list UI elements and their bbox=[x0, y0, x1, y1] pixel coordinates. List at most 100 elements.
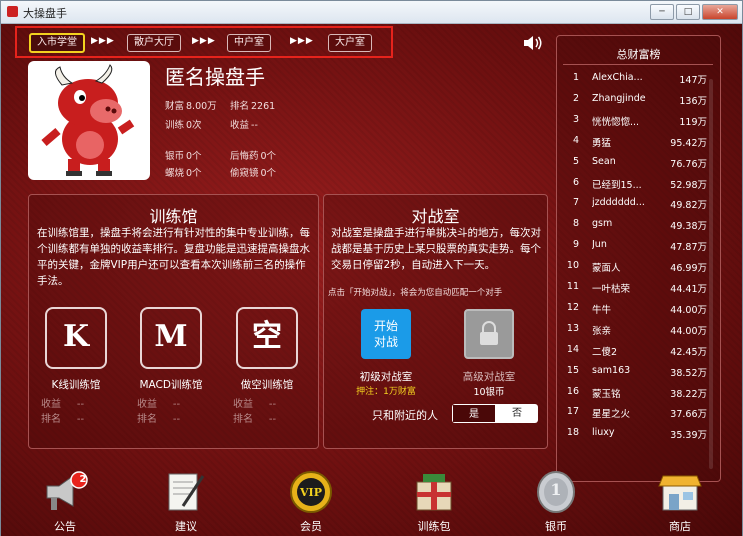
nav-mid-room-button[interactable]: 中户室 bbox=[227, 34, 271, 52]
short-training-button[interactable]: 空 bbox=[236, 307, 298, 369]
nav-retail-hall-button[interactable]: 散户大厅 bbox=[127, 34, 181, 52]
leaderboard-row[interactable]: 1 AlexChia... 147万 bbox=[557, 72, 707, 92]
shop-label[interactable]: 商店 bbox=[650, 518, 710, 534]
lock-icon bbox=[480, 321, 498, 345]
silver-value: 0个 bbox=[186, 151, 202, 162]
macd-income-value: -- bbox=[172, 399, 181, 410]
leaderboard-row[interactable]: 15 sam163 38.52万 bbox=[557, 365, 707, 385]
leaderboard-value: 136万 bbox=[679, 95, 707, 107]
leaderboard-row[interactable]: 16 蒙玉铭 38.22万 bbox=[557, 386, 707, 406]
leaderboard-value: 46.99万 bbox=[670, 263, 707, 275]
leaderboard-rank: 2 bbox=[572, 92, 579, 104]
battle-title: 对战室 bbox=[411, 207, 460, 226]
notice-label[interactable]: 公告 bbox=[35, 518, 95, 534]
leaderboard-rank: 10 bbox=[566, 260, 579, 272]
train-value: 0次 bbox=[186, 120, 202, 131]
train-label: 训练 bbox=[165, 120, 185, 131]
bull-mascot-icon bbox=[41, 64, 135, 176]
toggle-no[interactable]: 否 bbox=[496, 404, 538, 423]
kline-income-label: 收益 bbox=[41, 399, 61, 410]
macd-rank-value: -- bbox=[172, 414, 181, 425]
nav-school-button[interactable]: 入市学堂 bbox=[29, 33, 85, 53]
leaderboard-rank: 1 bbox=[572, 72, 579, 83]
close-button[interactable]: ✕ bbox=[702, 4, 738, 20]
leaderboard-value: 42.45万 bbox=[670, 346, 707, 358]
leaderboard-row[interactable]: 11 一叶枯荣 44.41万 bbox=[557, 281, 707, 301]
leaderboard-rank: 8 bbox=[572, 218, 579, 230]
notepad-pen-icon[interactable] bbox=[161, 470, 211, 514]
leaderboard-name: 张亲 bbox=[592, 325, 612, 337]
leaderboard-row[interactable]: 8 gsm 49.38万 bbox=[557, 218, 707, 238]
peek-value: 0个 bbox=[260, 168, 277, 179]
player-name: 匿名操盘手 bbox=[165, 65, 265, 89]
leaderboard-row[interactable]: 12 牛牛 44.00万 bbox=[557, 302, 707, 322]
training-pack-label[interactable]: 训练包 bbox=[404, 518, 464, 534]
macd-training-name[interactable]: MACD训练馆 bbox=[126, 377, 216, 392]
leaderboard-name: gsm bbox=[592, 218, 613, 230]
macd-training-button[interactable]: M bbox=[140, 307, 202, 369]
app-icon bbox=[7, 6, 18, 17]
leaderboard-row[interactable]: 5 Sean 76.76万 bbox=[557, 156, 707, 176]
avatar[interactable] bbox=[28, 61, 150, 180]
kline-rank-value: -- bbox=[76, 414, 85, 425]
leaderboard-scrollbar[interactable] bbox=[709, 79, 713, 469]
kline-training-name[interactable]: K线训练馆 bbox=[31, 377, 121, 392]
bottom-toolbar: 2 公告 建议 VIP 会员 训练包 1 银币 商店 bbox=[1, 464, 742, 536]
minimize-button[interactable]: ─ bbox=[650, 4, 674, 20]
leaderboard-row[interactable]: 18 liuxy 35.39万 bbox=[557, 427, 707, 447]
nav-big-room-button[interactable]: 大户室 bbox=[328, 34, 372, 52]
leaderboard-row[interactable]: 3 恍恍惚惚... 119万 bbox=[557, 114, 707, 134]
firefly-label: 螺烧 bbox=[165, 168, 185, 179]
leaderboard-row[interactable]: 9 Jun 47.87万 bbox=[557, 239, 707, 259]
leaderboard-row[interactable]: 2 Zhangjinde 136万 bbox=[557, 93, 707, 113]
nearby-label: 只和附近的人 bbox=[372, 409, 438, 422]
peek-label: 偷窥镜 bbox=[230, 168, 259, 179]
senior-battle-button[interactable] bbox=[464, 309, 514, 359]
leaderboard-rank: 13 bbox=[566, 322, 579, 334]
leaderboard-rank: 3 bbox=[572, 113, 579, 125]
leaderboard-value: 44.41万 bbox=[670, 284, 707, 295]
leaderboard-value: 38.52万 bbox=[670, 367, 707, 379]
leaderboard-rank: 15 bbox=[566, 364, 579, 376]
kline-training-button[interactable]: K bbox=[45, 307, 107, 369]
senior-battle-stake: 10银币 bbox=[473, 387, 505, 398]
leaderboard-value: 119万 bbox=[679, 116, 707, 128]
short-training-name[interactable]: 做空训练馆 bbox=[222, 377, 312, 392]
income-value: -- bbox=[251, 120, 258, 131]
leaderboard-name: liuxy bbox=[592, 427, 615, 439]
macd-rank-row: 排名 -- bbox=[137, 410, 180, 425]
notice-badge: 2 bbox=[79, 474, 87, 485]
silver-label[interactable]: 银币 bbox=[526, 518, 586, 534]
leaderboard-value: 37.66万 bbox=[670, 409, 707, 421]
rank-label: 排名 bbox=[230, 101, 250, 112]
leaderboard-name: 蒙玉铭 bbox=[592, 388, 621, 400]
nav-arrows: ▶▶▶ bbox=[91, 36, 115, 46]
gift-box-icon[interactable] bbox=[409, 470, 459, 514]
training-title: 训练馆 bbox=[149, 207, 198, 226]
leaderboard-value: 44.00万 bbox=[670, 325, 707, 337]
nearby-toggle[interactable]: 是 否 bbox=[452, 404, 538, 423]
toggle-yes[interactable]: 是 bbox=[452, 404, 496, 423]
junior-battle-name: 初级对战室 bbox=[359, 371, 413, 383]
leaderboard-rank: 5 bbox=[572, 155, 579, 167]
leaderboard-name: sam163 bbox=[592, 364, 631, 376]
leaderboard-row[interactable]: 6 已经到15... 52.98万 bbox=[557, 177, 707, 197]
leaderboard-value: 35.39万 bbox=[670, 430, 707, 442]
shop-icon[interactable] bbox=[655, 470, 705, 514]
suggestion-label[interactable]: 建议 bbox=[156, 518, 216, 534]
vip-label[interactable]: 会员 bbox=[281, 518, 341, 534]
speaker-icon[interactable] bbox=[523, 35, 543, 51]
leaderboard-row[interactable]: 4 勇猛 95.42万 bbox=[557, 135, 707, 155]
leaderboard-row[interactable]: 10 蒙面人 46.99万 bbox=[557, 260, 707, 280]
silver-coin-icon-text: 1 bbox=[550, 480, 562, 499]
start-battle-button[interactable]: 开始对战 bbox=[361, 309, 411, 359]
leaderboard-row[interactable]: 17 星星之火 37.66万 bbox=[557, 406, 707, 426]
maximize-button[interactable]: □ bbox=[676, 4, 700, 20]
leaderboard-title: 总财富榜 bbox=[616, 48, 661, 61]
leaderboard-row[interactable]: 13 张亲 44.00万 bbox=[557, 323, 707, 343]
window-title: 大操盘手 bbox=[23, 7, 67, 20]
leaderboard-name: AlexChia... bbox=[592, 72, 643, 83]
leaderboard-row[interactable]: 7 jzdddddd... 49.82万 bbox=[557, 197, 707, 217]
leaderboard-row[interactable]: 14 二傻2 42.45万 bbox=[557, 344, 707, 364]
short-rank-label: 排名 bbox=[233, 414, 253, 425]
